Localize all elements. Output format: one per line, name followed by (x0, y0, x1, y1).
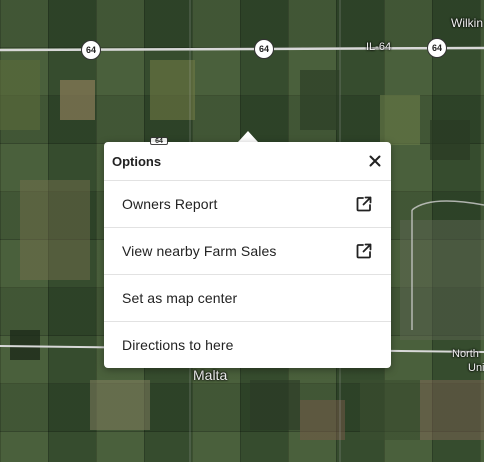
menu-item-directions-to-here[interactable]: Directions to here (104, 321, 391, 368)
external-link-icon (355, 195, 373, 213)
menu-item-view-nearby-farm-sales[interactable]: View nearby Farm Sales (104, 227, 391, 274)
menu-item-label: View nearby Farm Sales (122, 243, 277, 259)
menu-item-label: Set as map center (122, 290, 238, 306)
popup-header: Options (104, 142, 391, 180)
route-shield: 64 (254, 39, 274, 59)
route-shield: 64 (81, 40, 101, 60)
place-label-north: North (452, 348, 479, 360)
route-shield-partial: 64 (150, 137, 168, 145)
options-popup: Options Owners Report View nearby Farm S… (104, 142, 391, 368)
menu-item-label: Owners Report (122, 196, 218, 212)
close-icon[interactable] (367, 153, 383, 169)
route-label: IL-64 (366, 41, 392, 53)
popup-caret (238, 131, 258, 142)
place-label-malta: Malta (193, 367, 228, 383)
popup-title: Options (112, 153, 162, 169)
route-shield: 64 (427, 38, 447, 58)
external-link-icon (355, 242, 373, 260)
menu-item-set-as-map-center[interactable]: Set as map center (104, 274, 391, 321)
place-label-uni: Uni (468, 362, 484, 374)
menu-item-label: Directions to here (122, 337, 234, 353)
menu-item-owners-report[interactable]: Owners Report (104, 180, 391, 227)
place-label-wilkin: Wilkin (451, 16, 483, 30)
